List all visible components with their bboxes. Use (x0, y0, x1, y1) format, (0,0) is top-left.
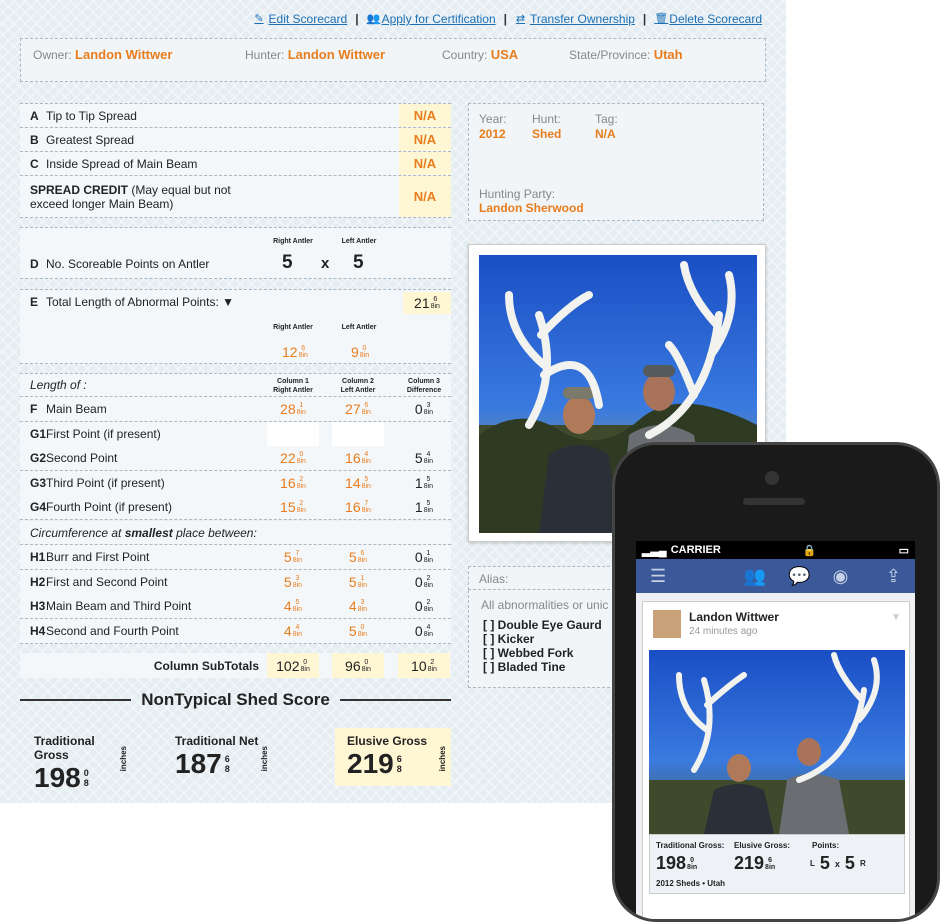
circumference-row: H2 First and Second Point 5 3 8in 5 1 8in 0 2 8in (20, 569, 451, 595)
abnormality-checkbox[interactable]: [ ] Webbed Fork (483, 646, 602, 660)
share-icon[interactable]: ⇪ (886, 566, 901, 587)
globe-icon[interactable]: ◉ (833, 566, 849, 587)
left-points: 5 (353, 252, 364, 273)
hunt-info-panel: Year: 2012 Hunt: Shed Tag: N/A Hunting P… (468, 103, 764, 221)
abnormality-checkbox[interactable]: [ ] Double Eye Gaurd (483, 618, 602, 632)
spread-credit-row: SPREAD CREDIT (May equal but not exceed … (20, 176, 451, 218)
speaker-grille (743, 498, 805, 505)
abnormality-checkbox[interactable]: [ ] Kicker (483, 632, 602, 646)
caret-down-icon: ▼ (222, 295, 235, 309)
menu-icon[interactable]: ☰ (650, 566, 666, 587)
friends-icon[interactable]: 👥 (744, 566, 766, 587)
right-points: 5 (282, 252, 293, 273)
owner-name: Landon Wittwer (75, 47, 173, 62)
transfer-ownership-link[interactable]: ⇄ Transfer Ownership (515, 12, 635, 26)
edit-scorecard-link[interactable]: ✎ Edit Scorecard (254, 12, 347, 26)
post-score-card: Traditional Gross: 198 0 8in Elusive Gross… (649, 834, 905, 894)
length-row: G1 First Point (if present) (20, 421, 451, 447)
owner-info-bar: Owner: Landon Wittwer Hunter: Landon Wit… (20, 38, 766, 82)
circumference-header-row: Circumference at smallest place between: (20, 521, 451, 545)
trash-icon: 🗑 (654, 12, 669, 25)
hunter-name: Landon Wittwer (287, 47, 386, 62)
messages-icon[interactable]: 💬 (788, 566, 810, 587)
camera-icon (765, 471, 779, 485)
transfer-icon: ⇄ (515, 12, 526, 25)
abnormal-total: 21 6 8in (414, 295, 440, 311)
spread-row-a: A Tip to Tip Spread N/A (20, 103, 451, 128)
length-row: G2 Second Point 22 0 8in 16 4 8in 5 4 8in (20, 446, 451, 472)
spread-row-b: B Greatest Spread N/A (20, 128, 451, 152)
facebook-nav-bar: ☰ 👥 💬 ◉ ⇪ (636, 559, 915, 593)
apply-certification-link[interactable]: 👥 Apply for Certification (367, 12, 496, 26)
avatar (653, 610, 681, 638)
status-bar: ▂▃▄ CARRIER 🔒 ▭ (636, 541, 915, 559)
abnormal-points-toggle[interactable]: Total Length of Abnormal Points: ▼ (46, 295, 451, 309)
score-title: NonTypical Shed Score (20, 690, 451, 710)
chevron-down-icon[interactable]: ▼ (891, 612, 901, 623)
traditional-net: Traditional Net 187 6 8 inches (175, 734, 269, 779)
circumference-row: H1 Burr and First Point 5 7 8in 5 6 8in 0 1 8in (20, 545, 451, 570)
facebook-post: Landon Wittwer 24 minutes ago ▼ Traditio… (642, 601, 910, 919)
spread-row-c: C Inside Spread of Main Beam N/A (20, 152, 451, 176)
scoreable-points-row: D No. Scoreable Points on Antler Right An… (20, 227, 451, 279)
action-bar: ✎ Edit Scorecard | 👥 Apply for Certificati… (254, 12, 762, 26)
circumference-row: H3 Main Beam and Third Point 4 5 8in 4 3 8in 0 2 8… (20, 594, 451, 620)
traditional-gross: Traditional Gross 198 0 8 inches (34, 734, 128, 793)
elusive-gross: Elusive Gross 219 6 8 inches (335, 728, 451, 786)
lock-icon: 🔒 (802, 544, 817, 557)
length-row: G3 Third Point (if present) 16 2 8in 14 5 8in 1 5… (20, 470, 451, 496)
state-value: Utah (653, 47, 683, 62)
abnormal-points-row: E Total Length of Abnormal Points: ▼ 21 6 8… (20, 289, 451, 314)
signal-icon: ▂▃▄ (642, 544, 667, 557)
length-row: G4 Fourth Point (if present) 15 2 8in 16 7 8in 1… (20, 495, 451, 521)
battery-icon: ▭ (898, 544, 909, 557)
circumference-row: H4 Second and Fourth Point 4 4 8in 5 0 8in 0 4 8in (20, 618, 451, 644)
subtotals-row: Column SubTotals 102 0 8in 96 0 8in 10 2 8in (20, 653, 451, 678)
post-photo[interactable] (649, 650, 905, 834)
abnormality-checkbox[interactable]: [ ] Bladed Tine (483, 660, 602, 674)
abnormal-breakdown-row: Right Antler Left Antler 12 6 8in 9 0 8in (20, 314, 451, 364)
delete-scorecard-link[interactable]: 🗑 Delete Scorecard (654, 12, 762, 26)
phone-screen: ▂▃▄ CARRIER 🔒 ▭ ☰ 👥 💬 ◉ ⇪ Landon Wittwer 24 m… (636, 541, 915, 919)
length-header-row: Length of : Column 1 Right Antler Column … (20, 373, 451, 397)
length-row: F Main Beam 28 1 8in 27 6 8in 0 3 8in (20, 397, 451, 422)
phone-mockup: ▂▃▄ CARRIER 🔒 ▭ ☰ 👥 💬 ◉ ⇪ Landon Wittwer 24 m… (612, 442, 940, 922)
users-icon: 👥 (366, 12, 381, 25)
edit-icon: ✎ (254, 12, 264, 25)
country-value: USA (490, 47, 519, 62)
